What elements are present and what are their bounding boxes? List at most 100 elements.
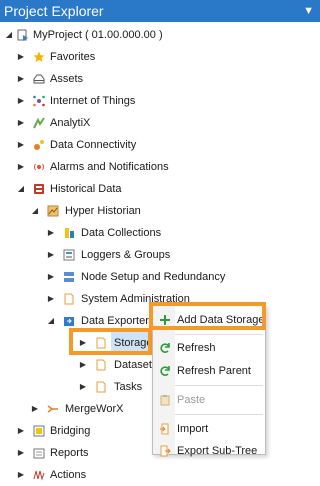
menu-item-refresh-parent[interactable]: Refresh Parent	[153, 359, 265, 383]
expand-icon[interactable]: ▶	[16, 420, 26, 442]
document-icon	[96, 337, 106, 349]
refresh-icon	[160, 343, 170, 353]
panel-title: Project Explorer	[4, 3, 104, 19]
menu-item-paste[interactable]: Paste	[153, 388, 265, 412]
tree-item-label: Storage	[111, 332, 156, 354]
tree-item-actions[interactable]: ▶ Actions	[0, 464, 320, 486]
tree-item-label: Datasets	[114, 359, 158, 371]
tree-item-loggers-groups[interactable]: ▶ Loggers & Groups	[0, 244, 320, 266]
plus-icon	[160, 315, 170, 325]
tree-item-label: MyProject ( 01.00.000.00 )	[33, 29, 163, 41]
bridging-icon	[33, 425, 45, 437]
expand-icon[interactable]: ▶	[16, 46, 26, 68]
expand-icon[interactable]: ▶	[16, 68, 26, 90]
document-icon	[96, 381, 106, 393]
historical-data-icon	[34, 184, 44, 194]
tree-item-hyper-historian[interactable]: ◢ Hyper Historian	[0, 200, 320, 222]
menu-separator	[175, 414, 263, 415]
expand-icon[interactable]: ▶	[78, 332, 88, 354]
panel-menu-caret[interactable]: ▼	[303, 0, 314, 22]
data-collections-icon	[65, 228, 74, 238]
alarm-icon	[34, 163, 44, 171]
tree-item-analytix[interactable]: ▶ AnalytiX	[0, 112, 320, 134]
hyper-historian-icon	[47, 205, 59, 217]
refresh-icon	[160, 366, 170, 376]
tree-item-node-setup[interactable]: ▶ Node Setup and Redundancy	[0, 266, 320, 288]
tree-item-label: Bridging	[50, 425, 91, 437]
collapse-icon[interactable]: ◢	[4, 24, 14, 46]
project-icon	[17, 29, 28, 41]
expand-icon[interactable]: ▶	[46, 244, 56, 266]
iot-icon	[33, 95, 45, 107]
menu-item-export-subtree[interactable]: Export Sub-Tree	[153, 439, 265, 463]
tree-item-favorites[interactable]: ▶ Favorites	[0, 46, 320, 68]
expand-icon[interactable]: ▶	[46, 288, 56, 310]
document-icon	[64, 293, 74, 305]
context-menu: Add Data Storage Refresh Refresh Parent …	[152, 305, 266, 457]
menu-item-label: Refresh Parent	[177, 365, 251, 377]
tree-item-internet-of-things[interactable]: ▶ Internet of Things	[0, 90, 320, 112]
tree-item-label: MergeWorX	[65, 403, 124, 415]
expand-icon[interactable]: ▶	[46, 222, 56, 244]
collapse-icon[interactable]: ◢	[46, 310, 56, 332]
actions-icon	[33, 470, 45, 481]
expand-icon[interactable]: ▶	[16, 90, 26, 112]
tree-item-alarms[interactable]: ▶ Alarms and Notifications	[0, 156, 320, 178]
tree-item-label: Internet of Things	[50, 95, 136, 107]
data-connectivity-icon	[34, 140, 44, 150]
loggers-groups-icon	[63, 249, 75, 261]
menu-item-label: Refresh	[177, 342, 216, 354]
assets-icon	[33, 74, 45, 84]
tree-item-label: Node Setup and Redundancy	[81, 271, 226, 283]
expand-icon[interactable]: ▶	[78, 376, 88, 398]
tree-item-label: Historical Data	[50, 183, 122, 195]
collapse-icon[interactable]: ◢	[30, 200, 40, 222]
tree-item-data-connectivity[interactable]: ▶ Data Connectivity	[0, 134, 320, 156]
expand-icon[interactable]: ▶	[78, 354, 88, 376]
data-exporters-icon	[64, 317, 74, 326]
star-icon	[33, 51, 45, 62]
tree-item-label: AnalytiX	[50, 117, 91, 129]
paste-icon	[160, 395, 170, 406]
menu-item-refresh[interactable]: Refresh	[153, 336, 265, 360]
tree-item-label: Actions	[50, 469, 87, 481]
panel-title-bar: Project Explorer ▼	[0, 0, 320, 22]
menu-item-label: Add Data Storage	[177, 314, 265, 326]
menu-separator	[175, 334, 263, 335]
expand-icon[interactable]: ▶	[16, 134, 26, 156]
expand-icon[interactable]: ▶	[46, 266, 56, 288]
menu-item-label: Paste	[177, 394, 206, 406]
tree-item-myproject[interactable]: ◢ MyProject ( 01.00.000.00 )	[0, 24, 320, 46]
import-icon	[160, 423, 169, 435]
menu-item-label: Export Sub-Tree	[177, 445, 258, 457]
menu-item-label: Import	[177, 423, 209, 435]
mergeworx-icon	[47, 405, 58, 413]
menu-item-import[interactable]: Import	[153, 417, 265, 441]
tree-item-historical-data[interactable]: ◢ Historical Data	[0, 178, 320, 200]
tree-item-data-collections[interactable]: ▶ Data Collections	[0, 222, 320, 244]
tree-item-label: Data Connectivity	[50, 139, 137, 151]
reports-icon	[33, 448, 45, 459]
node-setup-icon	[64, 272, 74, 282]
expand-icon[interactable]: ▶	[30, 398, 40, 420]
analytix-icon	[33, 117, 45, 129]
expand-icon[interactable]: ▶	[16, 112, 26, 134]
tree-item-label: Data Exporters	[81, 315, 155, 327]
menu-separator	[175, 385, 263, 386]
tree-item-assets[interactable]: ▶ Assets	[0, 68, 320, 90]
tree-item-label: Hyper Historian	[65, 205, 141, 217]
expand-icon[interactable]: ▶	[16, 464, 26, 486]
tree-item-label: Reports	[50, 447, 89, 459]
collapse-icon[interactable]: ◢	[16, 178, 26, 200]
expand-icon[interactable]: ▶	[16, 442, 26, 464]
tree-item-label: Assets	[50, 73, 84, 85]
menu-item-add-data-storage[interactable]: Add Data Storage	[153, 308, 265, 332]
tree-item-label: Data Collections	[81, 227, 162, 239]
tree-item-label: Alarms and Notifications	[50, 161, 169, 173]
expand-icon[interactable]: ▶	[16, 156, 26, 178]
tree-item-label: Tasks	[114, 381, 143, 393]
project-explorer-panel: Project Explorer ▼ ◢ MyProject ( 01.00.0…	[0, 0, 320, 481]
document-icon	[96, 359, 106, 371]
tree-item-label: Favorites	[50, 51, 96, 63]
tree-item-label: Loggers & Groups	[81, 249, 171, 261]
